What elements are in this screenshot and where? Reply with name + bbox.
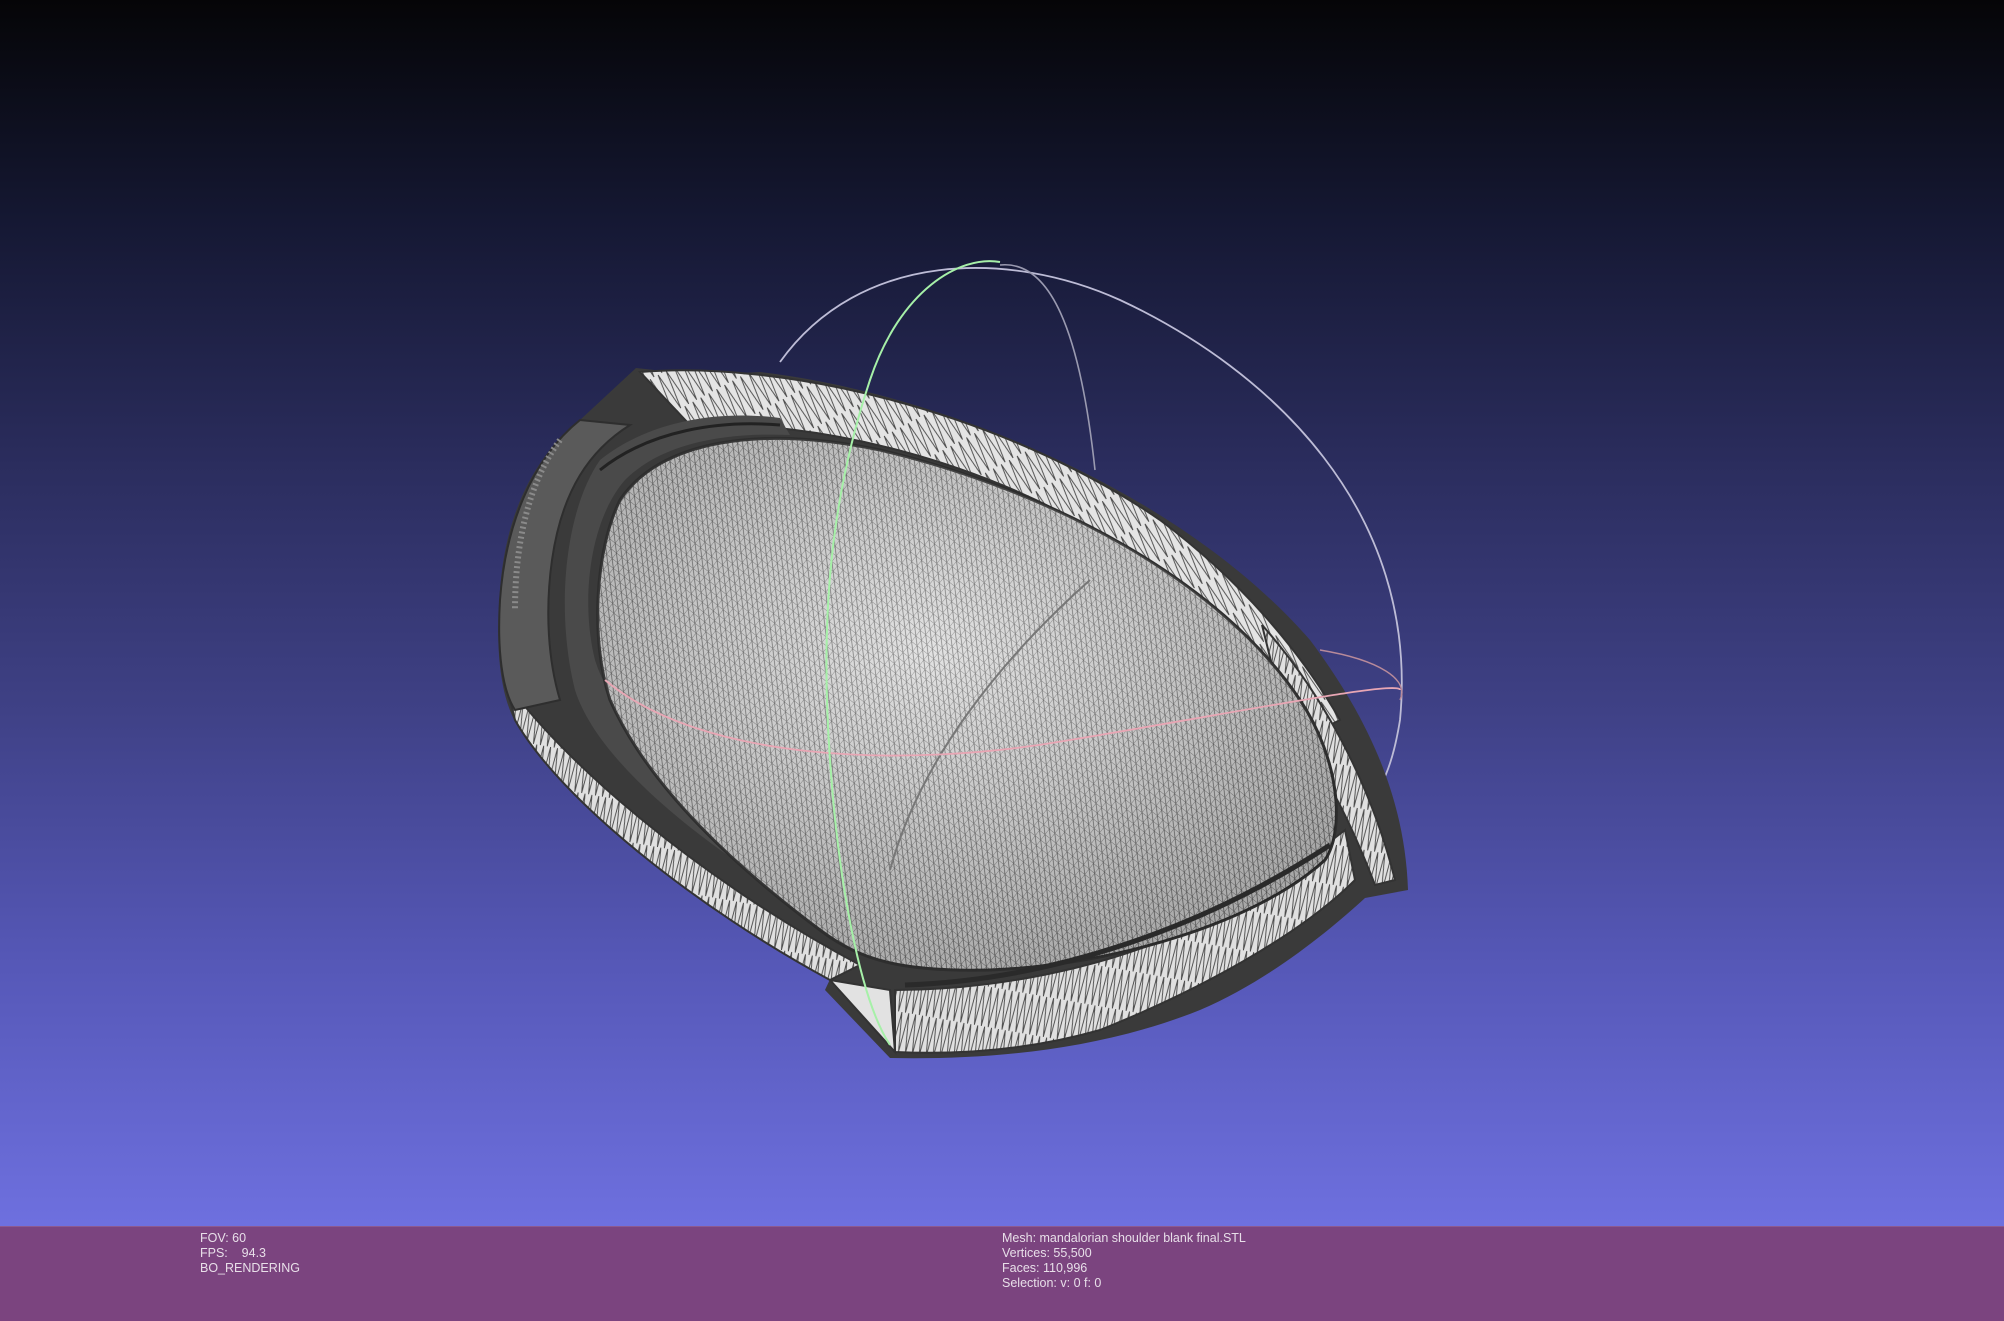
render-mode-readout: BO_RENDERING [200, 1261, 301, 1275]
status-info-bar: FOV: 60 FPS: 94.3 BO_RENDERING Mesh: man… [0, 1226, 2004, 1321]
3d-viewport[interactable] [0, 0, 2004, 1226]
selection-readout: Selection: v: 0 f: 0 [1002, 1276, 1102, 1290]
fov-readout: FOV: 60 [200, 1231, 247, 1245]
shoulder-mesh[interactable] [498, 368, 1408, 1059]
render-info: FOV: 60 FPS: 94.3 BO_RENDERING [200, 1231, 300, 1276]
vertices-readout: Vertices: 55,500 [1002, 1246, 1092, 1260]
mesh-name-readout: Mesh: mandalorian shoulder blank final.S… [1002, 1231, 1246, 1245]
scene-canvas[interactable] [0, 0, 2004, 1226]
mesh-info: Mesh: mandalorian shoulder blank final.S… [1002, 1231, 1246, 1291]
faces-readout: Faces: 110,996 [1002, 1261, 1088, 1275]
fps-readout: FPS: 94.3 [200, 1246, 267, 1260]
